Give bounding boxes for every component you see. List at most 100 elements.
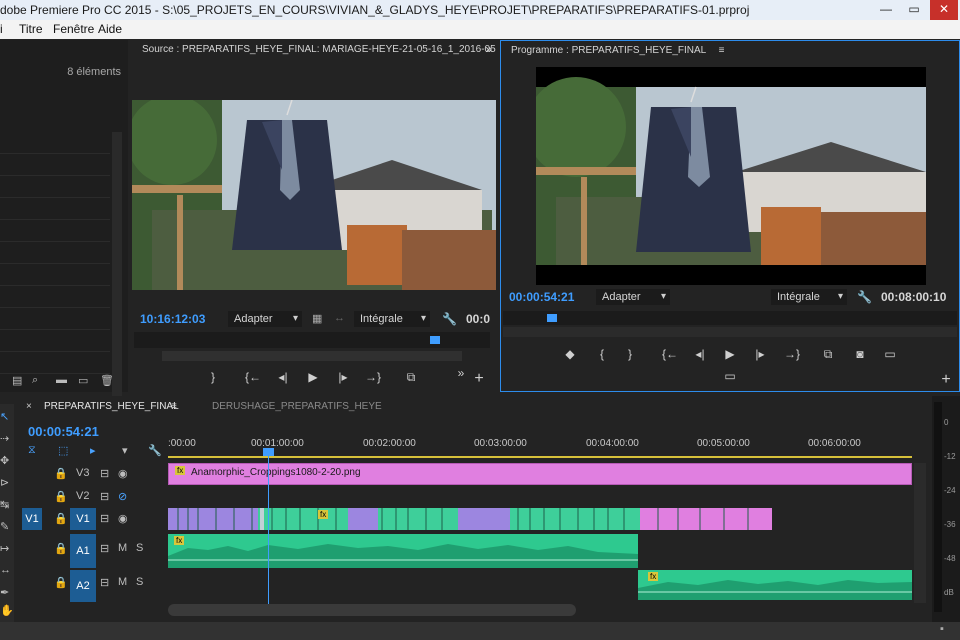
export-frame-icon[interactable]: ◙ xyxy=(851,347,869,361)
track-header-v3[interactable]: 🔒 V3 ⊟ ◉ xyxy=(14,463,166,485)
vr-toggle-icon[interactable]: ▭ xyxy=(721,369,739,383)
insert-icon[interactable]: ⧉ xyxy=(402,370,420,385)
go-to-out-icon[interactable]: →} xyxy=(783,347,801,361)
source-resolution-select[interactable]: Intégrale xyxy=(354,311,430,327)
mark-out-icon[interactable]: } xyxy=(204,370,222,384)
mark-in-icon[interactable]: { xyxy=(593,347,611,361)
panel-menu-icon[interactable]: ≡ xyxy=(719,45,725,56)
wrench-icon[interactable]: 🔧 xyxy=(857,290,872,304)
add-marker-icon[interactable]: ▸ xyxy=(90,444,96,457)
slide-tool-icon[interactable]: ↔ xyxy=(0,564,11,576)
add-button-icon[interactable]: + xyxy=(470,370,488,388)
lock-icon[interactable]: 🔒 xyxy=(54,490,68,503)
source-fit-select[interactable]: Adapter xyxy=(228,311,302,327)
search-icon[interactable]: ⌕ xyxy=(32,374,38,387)
restore-button[interactable]: ▭ xyxy=(900,0,928,20)
program-zoom-bar[interactable] xyxy=(503,327,957,337)
track-select-icon[interactable]: ⇢ xyxy=(0,432,9,445)
step-forward-icon[interactable]: |▸ xyxy=(751,347,769,361)
project-scrollbar[interactable] xyxy=(112,132,122,402)
slip-tool-icon[interactable]: ↦ xyxy=(0,542,9,555)
lock-icon[interactable]: 🔒 xyxy=(54,467,68,480)
lift-icon[interactable]: ⧉ xyxy=(819,347,837,362)
status-indicator-icon[interactable]: ▪ xyxy=(940,623,944,635)
panel-overflow-icon[interactable]: » xyxy=(485,42,492,56)
step-forward-icon[interactable]: |▸ xyxy=(334,370,352,384)
razor-tool-icon[interactable]: ✎ xyxy=(0,520,9,533)
program-title[interactable]: Programme : PREPARATIFS_HEYE_FINAL ≡ xyxy=(501,41,959,61)
snap-icon[interactable]: ⧖ xyxy=(28,444,36,457)
source-timecode[interactable]: 10:16:12:03 xyxy=(140,312,205,326)
mute-button[interactable]: M xyxy=(118,576,127,588)
track-header-v1[interactable]: V1 🔒 V1 ⊟ ◉ xyxy=(14,508,166,530)
add-button-icon[interactable]: + xyxy=(937,371,955,389)
source-patch[interactable]: V1 xyxy=(22,508,42,530)
rate-stretch-icon[interactable]: ↹ xyxy=(0,498,9,511)
playhead-handle[interactable] xyxy=(263,448,274,456)
video-clip-strip[interactable]: fx xyxy=(168,508,772,530)
comparison-view-icon[interactable]: ▭ xyxy=(881,347,899,361)
menu-item-fenetre[interactable]: Fenêtre xyxy=(53,22,94,36)
eye-icon[interactable]: ◉ xyxy=(118,467,128,480)
sync-icon[interactable]: ⊟ xyxy=(100,467,109,480)
drag-video-icon[interactable]: ↔ xyxy=(334,312,345,324)
mute-button[interactable]: M xyxy=(118,542,127,554)
trash-icon[interactable]: 🗑 xyxy=(100,374,114,387)
play-icon[interactable]: ▶ xyxy=(721,347,739,361)
tab-close-icon[interactable]: × xyxy=(26,396,32,418)
marker-icon[interactable]: ▾ xyxy=(122,444,128,457)
rolling-edit-icon[interactable]: ⊳ xyxy=(0,476,9,489)
track-header-v2[interactable]: 🔒 V2 ⊟ ⊘ xyxy=(14,486,166,508)
play-icon[interactable]: ▶ xyxy=(304,370,322,384)
add-marker-icon[interactable]: ◆ xyxy=(561,347,579,361)
track-header-a1[interactable]: 🔒 A1 ⊟ M S xyxy=(14,534,166,568)
timeline-timecode[interactable]: 00:00:54:21 xyxy=(28,424,99,439)
program-playhead[interactable] xyxy=(547,314,557,322)
settings-icon[interactable]: 🔧 xyxy=(148,444,162,457)
project-list[interactable] xyxy=(0,132,110,402)
track-label[interactable]: A1 xyxy=(70,534,96,568)
new-bin-icon[interactable]: ▬ xyxy=(56,374,67,386)
new-item-icon[interactable]: ▭ xyxy=(78,374,88,387)
solo-button[interactable]: S xyxy=(136,576,143,588)
sync-icon[interactable]: ⊟ xyxy=(100,576,109,589)
sync-icon[interactable]: ⊟ xyxy=(100,512,109,525)
work-area-bar[interactable] xyxy=(168,456,912,458)
eye-icon[interactable]: ◉ xyxy=(118,512,128,525)
lock-icon[interactable]: 🔒 xyxy=(54,512,68,525)
source-title[interactable]: Source : PREPARATIFS_HEYE_FINAL: MARIAGE… xyxy=(132,40,496,60)
track-label[interactable]: V1 xyxy=(70,508,96,530)
go-to-in-icon[interactable]: {← xyxy=(244,370,262,384)
menu-item-partial[interactable]: i xyxy=(0,22,6,36)
sync-icon[interactable]: ⊟ xyxy=(100,490,109,503)
program-timecode[interactable]: 00:00:54:21 xyxy=(509,290,574,304)
lock-icon[interactable]: 🔒 xyxy=(54,576,68,589)
linked-selection-icon[interactable]: ⬚ xyxy=(58,444,68,457)
pen-tool-icon[interactable]: ✒ xyxy=(0,586,9,599)
track-label[interactable]: A2 xyxy=(70,570,96,602)
title-clip[interactable]: fx Anamorphic_Croppings1080-2-20.png xyxy=(168,463,912,485)
list-view-icon[interactable]: ▤ xyxy=(12,374,22,387)
menu-item-aide[interactable]: Aide xyxy=(98,22,122,36)
source-scrubber[interactable] xyxy=(134,332,490,348)
eye-hidden-icon[interactable]: ⊘ xyxy=(118,490,127,503)
wrench-icon[interactable]: 🔧 xyxy=(442,312,457,326)
program-scrubber[interactable] xyxy=(503,311,957,325)
timeline-scrollbar[interactable] xyxy=(168,604,576,616)
tab-sequence-final[interactable]: PREPARATIFS_HEYE_FINAL xyxy=(44,396,179,418)
audio-clip-a1[interactable]: fx xyxy=(168,534,638,568)
track-scrollbar[interactable] xyxy=(914,463,926,603)
source-zoom-bar[interactable] xyxy=(162,351,462,361)
close-button[interactable]: ✕ xyxy=(930,0,958,20)
minimize-button[interactable]: — xyxy=(872,0,900,20)
lock-icon[interactable]: 🔒 xyxy=(54,542,68,555)
hand-tool-icon[interactable]: ✋ xyxy=(0,604,14,617)
step-back-icon[interactable]: ◂| xyxy=(274,370,292,384)
go-to-in-icon[interactable]: {← xyxy=(661,347,679,361)
program-resolution-select[interactable]: Intégrale xyxy=(771,289,847,305)
program-fit-select[interactable]: Adapter xyxy=(596,289,670,305)
solo-button[interactable]: S xyxy=(136,542,143,554)
menu-item-titre[interactable]: Titre xyxy=(19,22,43,36)
sync-icon[interactable]: ⊟ xyxy=(100,542,109,555)
mark-out-icon[interactable]: } xyxy=(621,347,639,361)
